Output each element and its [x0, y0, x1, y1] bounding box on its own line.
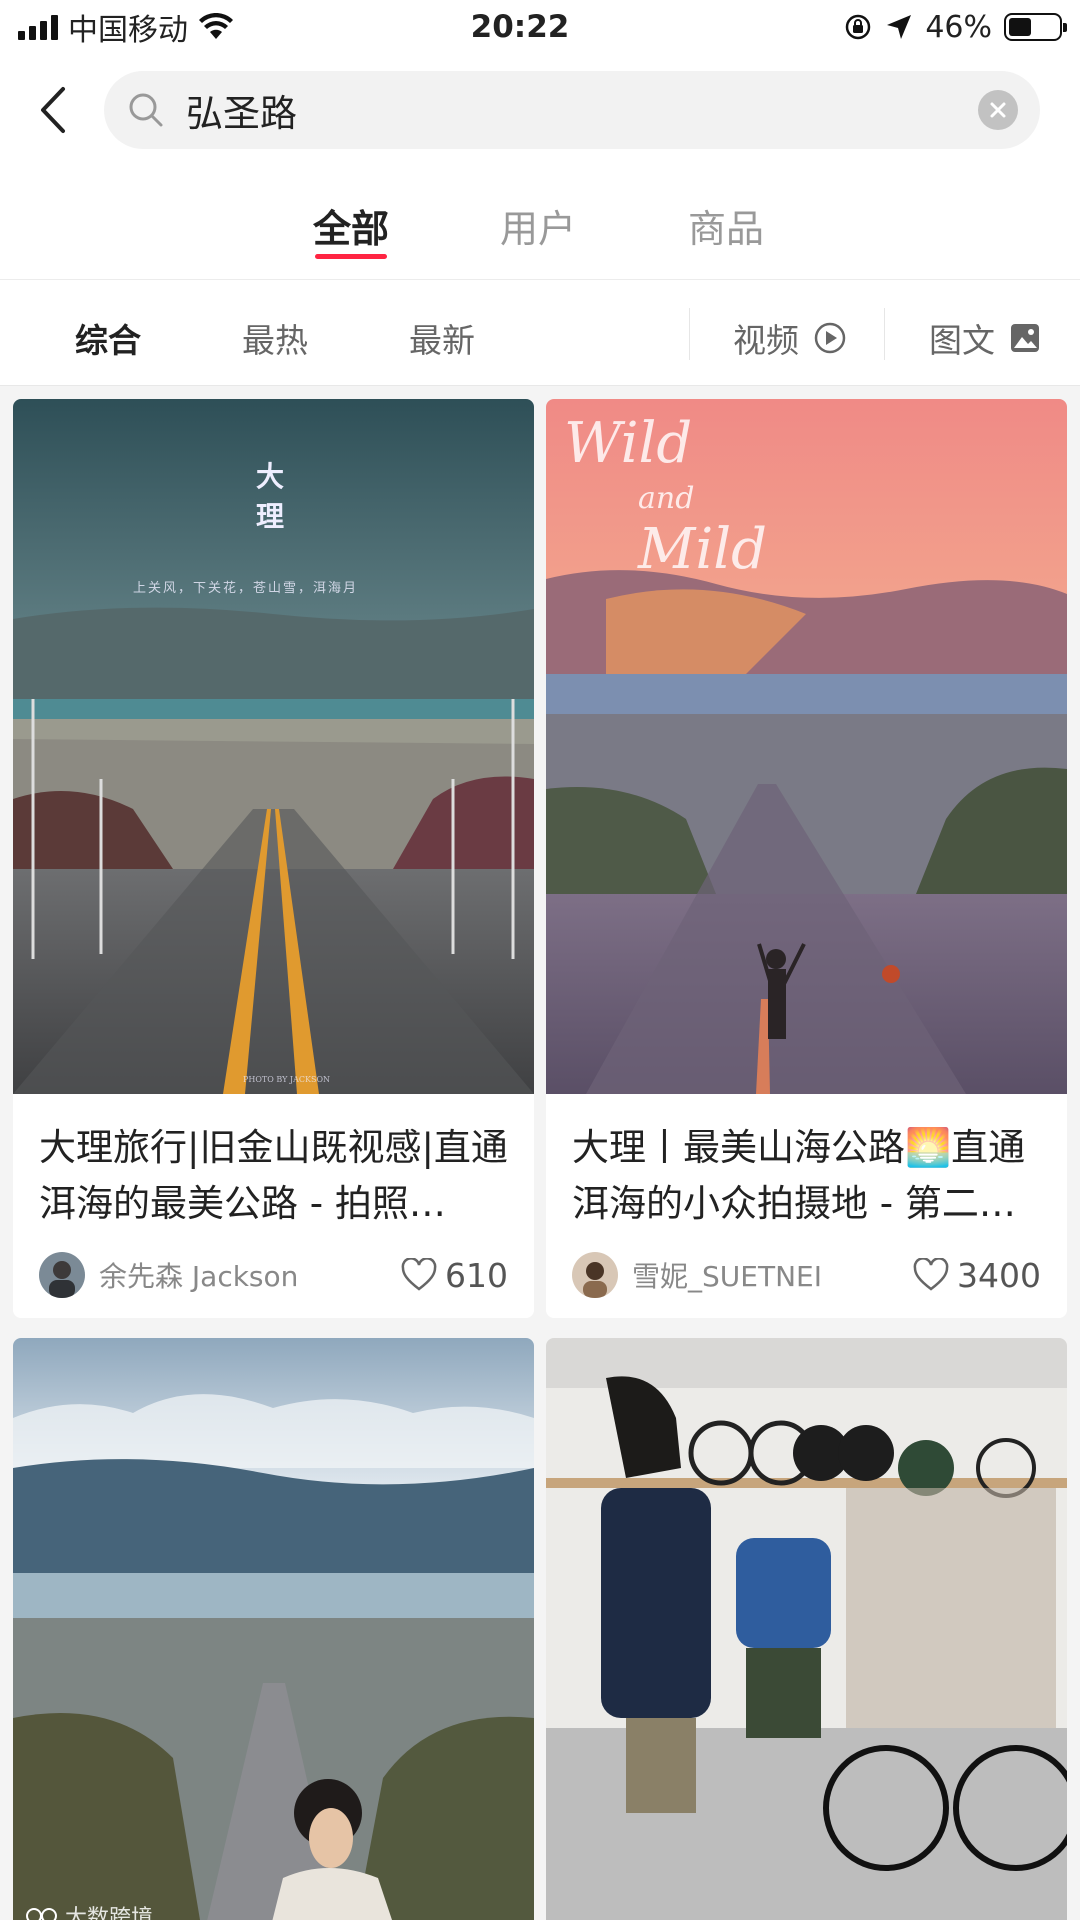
status-left: 中国移动 [18, 5, 358, 49]
rotation-lock-icon [846, 14, 871, 40]
filter-image-text[interactable]: 图文 [929, 314, 1041, 362]
battery-fill [1009, 18, 1032, 36]
cover-title-line2: 理 [256, 500, 285, 533]
filter-newest[interactable]: 最新 [409, 314, 475, 362]
note-title: 大理丨最美山海公路🌅直通洱海的小众拍摄地 - 第二… [572, 1126, 1026, 1225]
search-box[interactable] [104, 71, 1040, 149]
active-tab-indicator [315, 254, 387, 259]
cover-script-word2: and [638, 481, 695, 516]
back-arrow-icon [41, 87, 65, 133]
heart-icon [913, 1258, 949, 1291]
note-card[interactable]: 大数跨境 [13, 1338, 534, 1920]
note-card[interactable]: Wild and Mild 大理丨最美山海公路🌅直通洱海的小众拍摄地 - 第二…… [546, 399, 1067, 1318]
note-cover-image: Wild and Mild [546, 399, 1067, 1094]
cover-script-word1: Wild [564, 411, 693, 476]
filter-comprehensive[interactable]: 综合 [75, 314, 141, 362]
note-cover-image: 大数跨境 [13, 1338, 534, 1920]
note-card[interactable]: 大 理 上关风，下关花，苍山雪，洱海月 PHOTO BY JACKSON 大理旅… [13, 399, 534, 1318]
back-button[interactable] [20, 78, 84, 142]
cover-credit-text: PHOTO BY JACKSON [243, 1075, 331, 1084]
tab-users[interactable]: 用户 [478, 198, 598, 253]
filter-bar: 综合 最热 最新 视频 图文 [0, 280, 1080, 386]
heart-icon [401, 1258, 437, 1291]
battery-percent: 46% [925, 9, 992, 45]
note-cover-image [546, 1338, 1067, 1920]
note-title: 大理旅行|旧金山既视感|直通洱海的最美公路 - 拍照… [39, 1126, 508, 1225]
author-avatar[interactable] [572, 1252, 618, 1298]
image-icon [1011, 324, 1039, 352]
note-footer: 雪妮_SUETNEI 3400 [546, 1232, 1067, 1318]
author-avatar[interactable] [39, 1252, 85, 1298]
signal-icon [18, 14, 58, 40]
search-results-feed: 大 理 上关风，下关花，苍山雪，洱海月 PHOTO BY JACKSON 大理旅… [0, 386, 1080, 1920]
note-cover-image: 大 理 上关风，下关花，苍山雪，洱海月 PHOTO BY JACKSON [13, 399, 534, 1094]
location-arrow-icon [887, 15, 912, 39]
filter-image-text-label: 图文 [929, 321, 995, 360]
filter-hottest[interactable]: 最热 [242, 314, 308, 362]
like-count: 610 [445, 1255, 508, 1295]
filter-video[interactable]: 视频 [733, 314, 847, 362]
filter-divider [884, 308, 885, 360]
play-circle-icon [814, 322, 846, 354]
note-footer: 余先森 Jackson 610 [13, 1232, 534, 1318]
cover-title-line1: 大 [256, 460, 285, 493]
cover-title-text: 大 理 [256, 457, 284, 537]
cover-script-word3: Mild [638, 517, 768, 582]
app-root: 中国移动 20:22 46% 弘圣路 全部 用户 商品 综合 最热 最新 视频 … [0, 0, 1080, 1920]
result-type-tabs: 全部 用户 商品 [0, 166, 1080, 280]
clear-icon [990, 102, 1006, 118]
status-time: 20:22 [470, 9, 570, 45]
filter-video-label: 视频 [733, 321, 799, 360]
tab-products[interactable]: 商品 [666, 198, 786, 253]
search-icon [129, 93, 163, 127]
battery-icon [1004, 13, 1067, 41]
status-right: 46% [722, 9, 1067, 45]
search-header [0, 54, 1080, 166]
status-bar: 中国移动 20:22 46% [0, 0, 1080, 54]
search-input[interactable] [186, 88, 978, 132]
like-count: 3400 [957, 1255, 1041, 1295]
author-name[interactable]: 雪妮_SUETNEI [632, 1255, 913, 1295]
like-button[interactable]: 3400 [913, 1256, 1041, 1295]
watermark-text: 大数跨境 [65, 1906, 154, 1920]
wifi-icon [199, 13, 233, 39]
watermark-logo-icon [26, 1908, 57, 1920]
cover-subtitle-text: 上关风，下关花，苍山雪，洱海月 [133, 581, 359, 596]
like-button[interactable]: 610 [401, 1256, 508, 1295]
clear-search-button[interactable] [978, 90, 1018, 130]
note-card[interactable] [546, 1338, 1067, 1920]
filter-divider [689, 308, 690, 360]
tab-all[interactable]: 全部 [291, 198, 411, 253]
watermark: 大数跨境 [25, 1900, 153, 1920]
author-name[interactable]: 余先森 Jackson [99, 1255, 401, 1295]
carrier-name: 中国移动 [68, 13, 188, 48]
